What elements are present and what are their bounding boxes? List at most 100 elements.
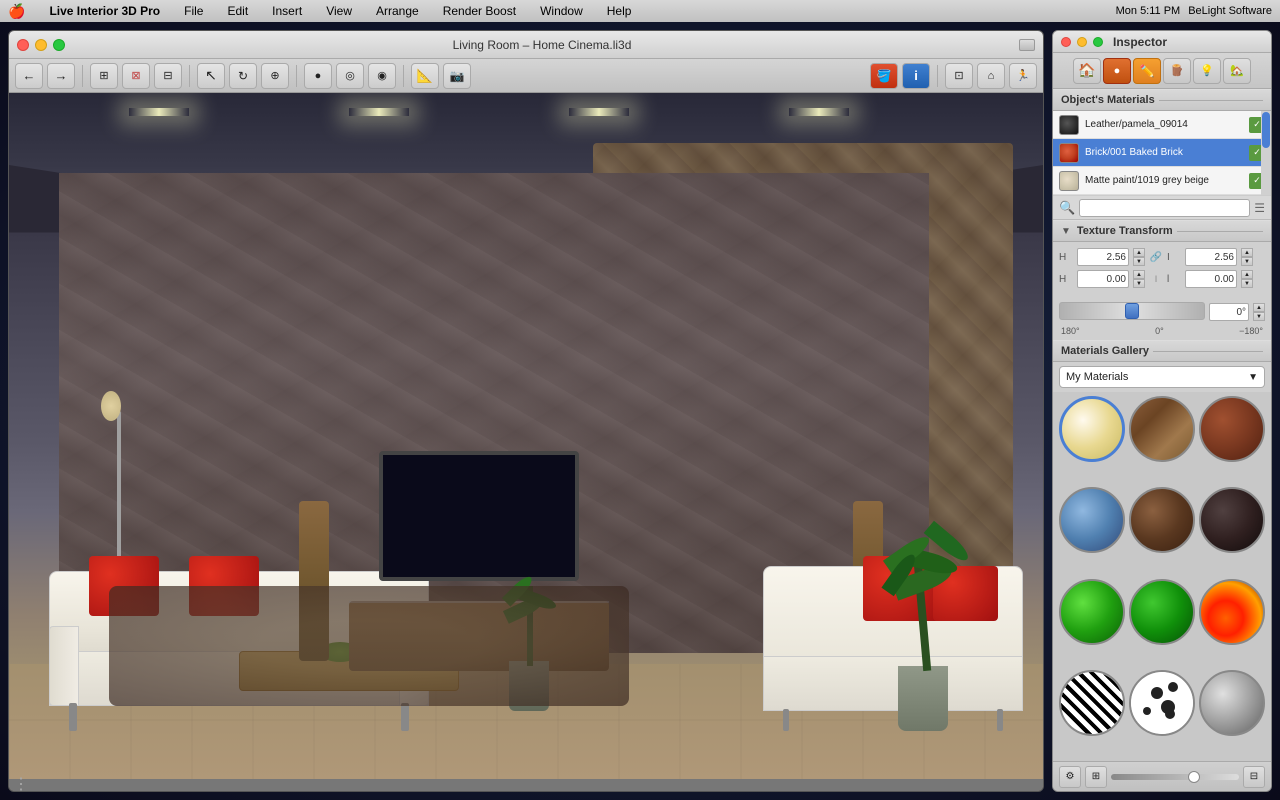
gallery-item-wood1[interactable] bbox=[1129, 396, 1195, 462]
gallery-item-dark[interactable] bbox=[1199, 487, 1265, 553]
angle-thumb[interactable] bbox=[1125, 303, 1139, 319]
scale-x-up[interactable]: ▲ bbox=[1133, 248, 1145, 257]
offset-y-input[interactable]: 0.00 bbox=[1185, 270, 1237, 288]
scale-x-down[interactable]: ▼ bbox=[1133, 257, 1145, 266]
inspector-tab-object[interactable]: 🏠 bbox=[1073, 58, 1101, 84]
menubar-help[interactable]: Help bbox=[603, 4, 636, 18]
menubar-arrange[interactable]: Arrange bbox=[372, 4, 423, 18]
filter-menu-icon[interactable]: ☰ bbox=[1254, 201, 1265, 215]
gallery-item-water[interactable] bbox=[1059, 487, 1125, 553]
back-button[interactable]: ← bbox=[15, 63, 43, 89]
menubar-window[interactable]: Window bbox=[536, 4, 587, 18]
angle-up[interactable]: ▲ bbox=[1253, 303, 1265, 312]
section-divider-3 bbox=[1153, 351, 1263, 352]
splitview-button[interactable]: ⊟ bbox=[154, 63, 182, 89]
frame-button[interactable]: ⊡ bbox=[945, 63, 973, 89]
inspector-tab-wood[interactable]: 🪵 bbox=[1163, 58, 1191, 84]
gallery-item-brown[interactable] bbox=[1129, 487, 1195, 553]
gallery-item-metal[interactable] bbox=[1199, 670, 1265, 736]
offset-y-label: l bbox=[1167, 274, 1181, 285]
orbit-mode[interactable]: ◎ bbox=[336, 63, 364, 89]
materials-scrollbar[interactable] bbox=[1261, 111, 1271, 195]
scale-y-down[interactable]: ▼ bbox=[1241, 257, 1253, 266]
filter-row: 🔍 ☰ bbox=[1053, 196, 1271, 220]
material-item-leather[interactable]: Leather/pamela_09014 ✓ bbox=[1053, 111, 1271, 139]
angle-down[interactable]: ▼ bbox=[1253, 312, 1265, 321]
toolbar-sep-5 bbox=[937, 65, 938, 87]
menubar-view[interactable]: View bbox=[322, 4, 356, 18]
inspector-tab-materials[interactable]: ● bbox=[1103, 58, 1131, 84]
floorplan-button[interactable]: ⊞ bbox=[90, 63, 118, 89]
menubar-edit[interactable]: Edit bbox=[223, 4, 252, 18]
angle-value[interactable]: 0° bbox=[1209, 303, 1249, 321]
offset-y-down[interactable]: ▼ bbox=[1241, 279, 1253, 288]
gallery-item-spots[interactable] bbox=[1129, 670, 1195, 736]
ceiling-light-1 bbox=[129, 108, 189, 116]
inspector-tab-light[interactable]: 💡 bbox=[1193, 58, 1221, 84]
scale-y-input[interactable]: 2.56 bbox=[1185, 248, 1237, 266]
menubar-app-name[interactable]: Live Interior 3D Pro bbox=[45, 4, 164, 18]
gear-button[interactable]: ⚙ bbox=[1059, 766, 1081, 788]
link-icon[interactable]: 🔗 bbox=[1149, 250, 1163, 264]
forward-button[interactable]: → bbox=[47, 63, 75, 89]
offset-x-down[interactable]: ▼ bbox=[1133, 279, 1145, 288]
scale-y-up[interactable]: ▲ bbox=[1241, 248, 1253, 257]
gallery-item-fire[interactable] bbox=[1199, 579, 1265, 645]
import-button[interactable]: ⊟ bbox=[1243, 766, 1265, 788]
gallery-dropdown[interactable]: My Materials ▼ bbox=[1059, 366, 1265, 388]
materials-button[interactable]: 🪣 bbox=[870, 63, 898, 89]
material-item-brick[interactable]: Brick/001 Baked Brick ✓ bbox=[1053, 139, 1271, 167]
gallery-item-green1[interactable] bbox=[1059, 579, 1125, 645]
camera-button[interactable]: 📷 bbox=[443, 63, 471, 89]
gallery-section-title: Materials Gallery bbox=[1061, 345, 1149, 357]
maximize-button[interactable] bbox=[53, 39, 65, 51]
point-mode[interactable]: ● bbox=[304, 63, 332, 89]
offset-x-up[interactable]: ▲ bbox=[1133, 270, 1145, 279]
measure-button[interactable]: 📐 bbox=[411, 63, 439, 89]
pan-mode[interactable]: ◉ bbox=[368, 63, 396, 89]
zoom-slider-thumb[interactable] bbox=[1188, 771, 1200, 783]
inspector-tab-texture[interactable]: ✏️ bbox=[1133, 58, 1161, 84]
scale-x-input[interactable]: 2.56 bbox=[1077, 248, 1129, 266]
zoom-slider[interactable] bbox=[1111, 774, 1239, 780]
menubar-render-boost[interactable]: Render Boost bbox=[439, 4, 520, 18]
gallery-item-ivory[interactable] bbox=[1059, 396, 1125, 462]
inspector-close[interactable] bbox=[1061, 37, 1071, 47]
offset-x-input[interactable]: 0.00 bbox=[1077, 270, 1129, 288]
offset-y-up[interactable]: ▲ bbox=[1241, 270, 1253, 279]
viewport[interactable]: ⋮ bbox=[9, 93, 1043, 791]
menubar-insert[interactable]: Insert bbox=[268, 4, 306, 18]
menubar: 🍎 Live Interior 3D Pro File Edit Insert … bbox=[0, 0, 1280, 22]
scale-y-stepper[interactable]: ▲ ▼ bbox=[1241, 248, 1253, 266]
rotate-tool[interactable]: ↻ bbox=[229, 63, 257, 89]
walkthrough-button[interactable]: 🏃 bbox=[1009, 63, 1037, 89]
export-button[interactable]: ⊞ bbox=[1085, 766, 1107, 788]
inspector-bottom-toolbar: ⚙ ⊞ ⊟ bbox=[1053, 761, 1271, 791]
window-resize-button[interactable] bbox=[1019, 39, 1035, 51]
close-button[interactable] bbox=[17, 39, 29, 51]
inspector-max[interactable] bbox=[1093, 37, 1103, 47]
scale-x-stepper[interactable]: ▲ ▼ bbox=[1133, 248, 1145, 266]
horizontal-scrollbar[interactable]: ⋮ bbox=[9, 779, 1043, 791]
move-tool[interactable]: ⊕ bbox=[261, 63, 289, 89]
minimize-button[interactable] bbox=[35, 39, 47, 51]
gallery-item-green2[interactable] bbox=[1129, 579, 1195, 645]
view3d-button[interactable]: ⊠ bbox=[122, 63, 150, 89]
home-view-button[interactable]: ⌂ bbox=[977, 63, 1005, 89]
angle-slider[interactable] bbox=[1059, 302, 1205, 320]
info-button[interactable]: i bbox=[902, 63, 930, 89]
inspector-tab-bar: 🏠 ● ✏️ 🪵 💡 🏡 bbox=[1053, 53, 1271, 89]
gallery-item-zebra[interactable] bbox=[1059, 670, 1125, 736]
select-tool[interactable]: ↖ bbox=[197, 63, 225, 89]
material-swatch-brick bbox=[1059, 143, 1079, 163]
menubar-file[interactable]: File bbox=[180, 4, 207, 18]
angle-stepper[interactable]: ▲ ▼ bbox=[1253, 303, 1265, 321]
gallery-item-brick[interactable] bbox=[1199, 396, 1265, 462]
inspector-min[interactable] bbox=[1077, 37, 1087, 47]
offset-x-stepper[interactable]: ▲ ▼ bbox=[1133, 270, 1145, 288]
inspector-tab-house[interactable]: 🏡 bbox=[1223, 58, 1251, 84]
offset-y-stepper[interactable]: ▲ ▼ bbox=[1241, 270, 1253, 288]
apple-menu[interactable]: 🍎 bbox=[8, 3, 25, 20]
material-search-input[interactable] bbox=[1079, 199, 1250, 217]
material-item-matte[interactable]: Matte paint/1019 grey beige ✓ bbox=[1053, 167, 1271, 195]
